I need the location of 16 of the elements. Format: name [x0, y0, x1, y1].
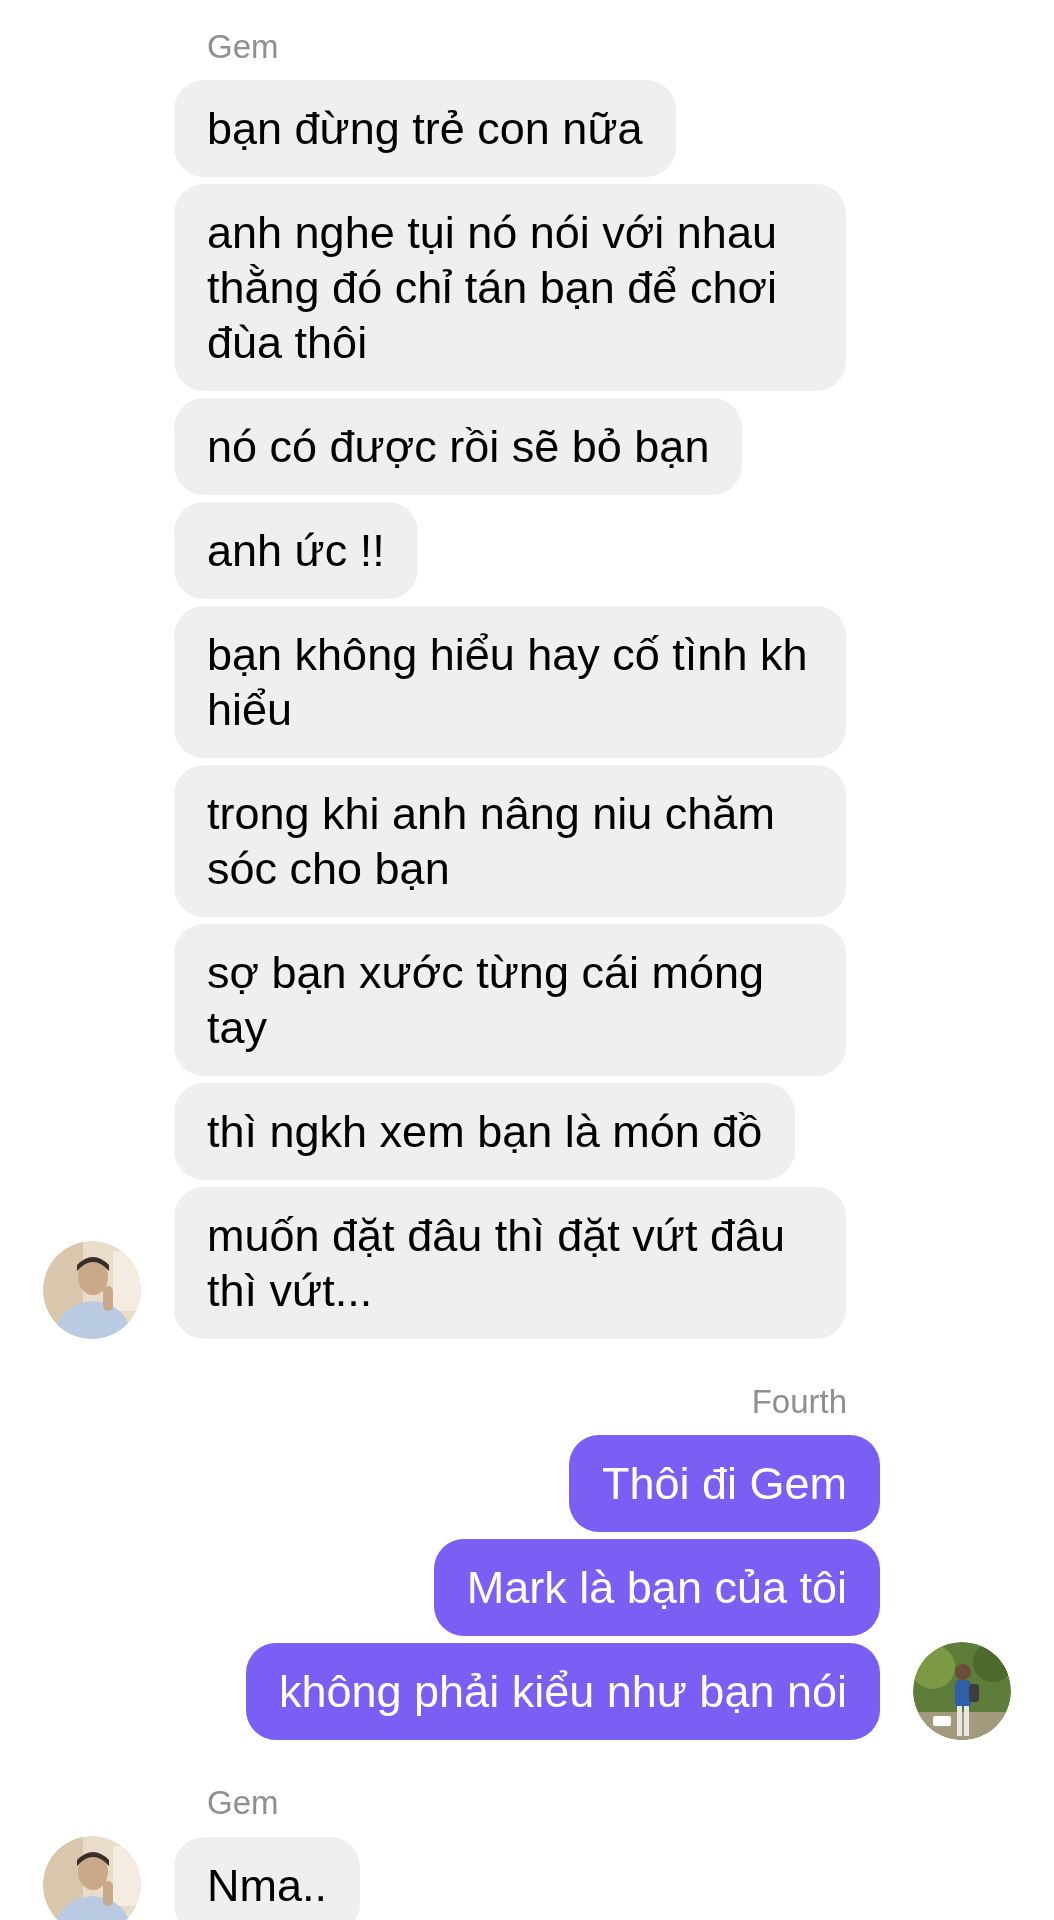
message-bubble: bạn đừng trẻ con nữa	[174, 80, 676, 177]
message-bubble: sợ bạn xước từng cái móng tay	[174, 924, 846, 1076]
message-bubble: anh nghe tụi nó nói với nhau thằng đó chỉ tán bạn để chơi đùa thôi	[174, 184, 846, 391]
message-bubble: Thôi đi Gem	[568, 1435, 880, 1532]
message-bubble: bạn không hiểu hay cố tình kh hiểu	[174, 606, 846, 758]
message-bubble: muốn đặt đâu thì đặt vứt đâu thì vứt...	[174, 1187, 846, 1339]
message-bubble: nó có được rồi sẽ bỏ bạn	[174, 398, 743, 495]
sender-name: Gem	[207, 27, 280, 67]
sender-name: Fourth	[751, 1382, 847, 1422]
message-bubble: trong khi anh nâng niu chăm sóc cho bạn	[174, 765, 846, 917]
sender-name: Gem	[207, 1783, 280, 1823]
message-bubble: Nma..	[174, 1837, 360, 1920]
message-bubble: Mark là bạn của tôi	[433, 1539, 880, 1636]
message-bubble: thì ngkh xem bạn là món đồ	[174, 1083, 796, 1180]
message-bubble: anh ức !!	[174, 502, 418, 599]
message-bubble: không phải kiểu như bạn nói	[245, 1643, 880, 1740]
